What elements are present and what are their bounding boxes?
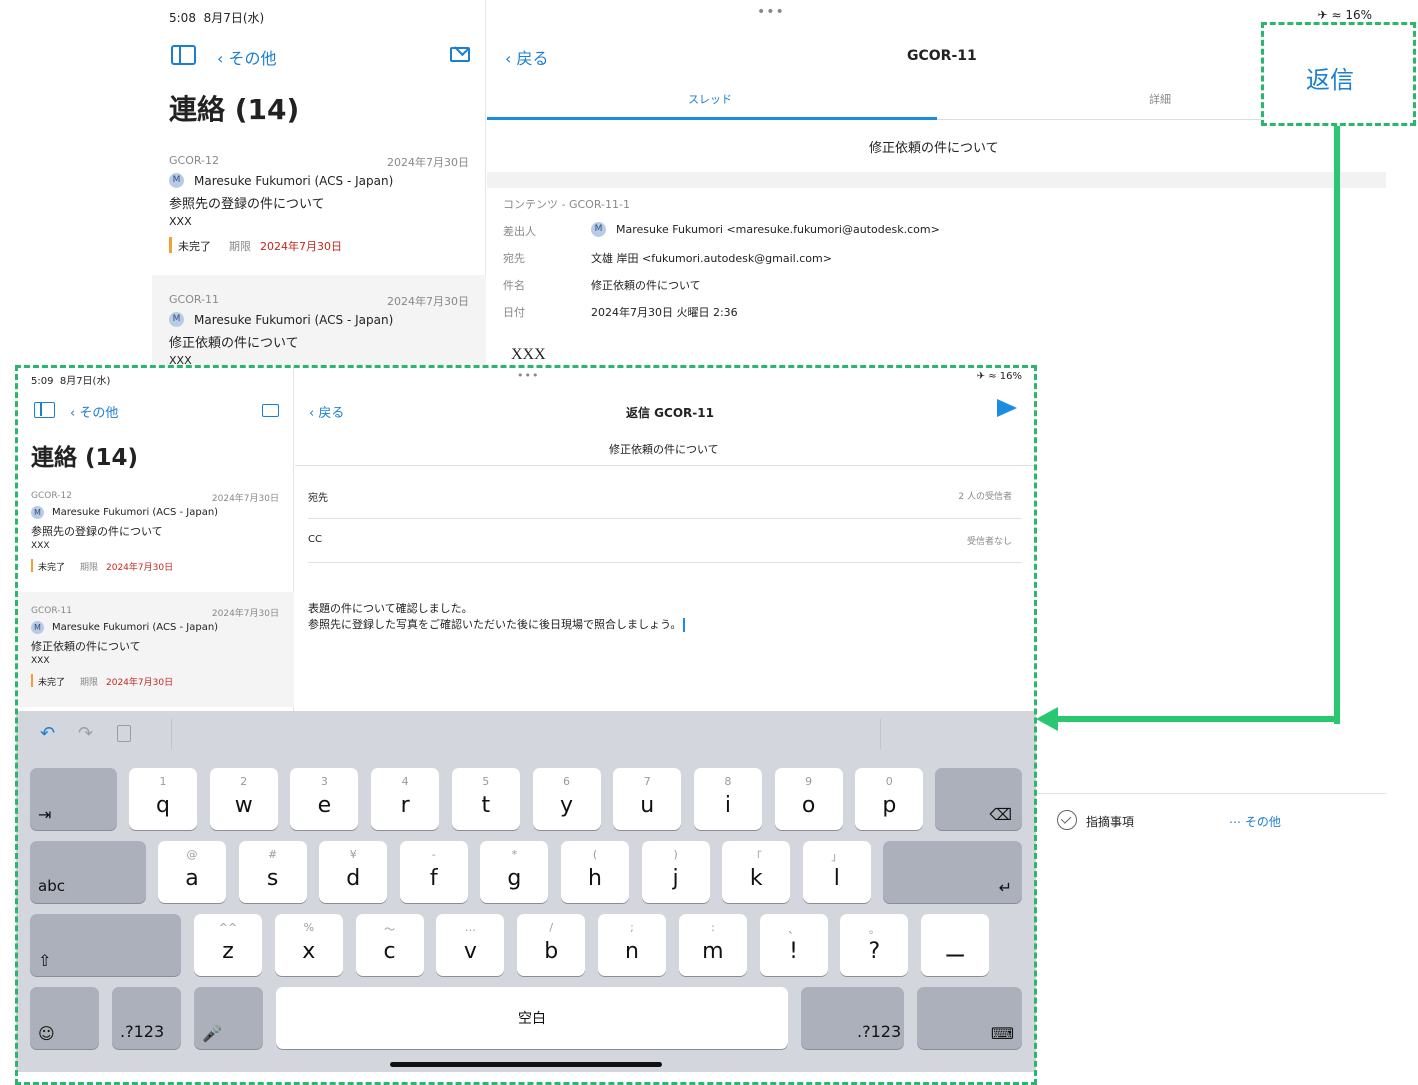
due-date: 2024年7月30日 — [260, 240, 342, 253]
back-detail-pane: ••• ✈ ≈ 16% ‹ 戻る GCOR-11 スレッド 詳細 修正依頼の件に… — [487, 0, 1386, 365]
field-value: 2024年7月30日 火曜日 2:36 — [591, 306, 738, 319]
status-time: 5:08 8月7日(水) — [169, 11, 265, 25]
list-title: 連絡 (14) — [169, 93, 300, 126]
field-value: 修正依頼の件について — [591, 279, 701, 292]
compose-mail-icon[interactable] — [450, 41, 470, 62]
sidebar-toggle-icon[interactable] — [171, 45, 196, 65]
avatar: M — [169, 173, 184, 188]
section-divider — [487, 172, 1386, 188]
message-body: XXX — [511, 346, 546, 363]
thread-subject: 修正依頼の件について — [869, 141, 999, 156]
toolbar-divider — [1036, 793, 1386, 794]
reply-screen-highlight — [15, 365, 1037, 1085]
chevron-left-icon: ‹ — [217, 49, 224, 68]
item-date: 2024年7月30日 — [387, 156, 469, 169]
avatar: M — [169, 312, 184, 327]
field-label: 日付 — [503, 306, 525, 319]
field-value: Maresuke Fukumori <maresuke.fukumori@aut… — [616, 223, 940, 236]
item-body: XXX — [169, 215, 192, 228]
ellipsis-icon: ⋯ — [1229, 815, 1241, 829]
arrow-head-icon — [1036, 707, 1058, 731]
tab-indicator — [487, 117, 937, 120]
multitask-dots-icon[interactable]: ••• — [757, 4, 785, 20]
detail-title: GCOR-11 — [907, 48, 977, 64]
back-nav-more[interactable]: ‹ その他 — [217, 45, 277, 69]
item-subject: 参照先の登録の件について — [169, 197, 325, 212]
airplane-icon: ✈ — [1317, 8, 1328, 22]
content-label: コンテンツ - GCOR-11-1 — [503, 198, 630, 211]
wifi-icon: ≈ — [1331, 8, 1342, 22]
connector-line — [1054, 716, 1340, 722]
field-label: 差出人 — [503, 225, 536, 238]
item-author: Maresuke Fukumori (ACS - Japan) — [194, 313, 394, 327]
field-label: 件名 — [503, 279, 525, 292]
field-value: 文雄 岸田 <fukumori.autodesk@gmail.com> — [591, 252, 832, 265]
tab-thread[interactable]: スレッド — [688, 91, 732, 107]
item-subject: 修正依頼の件について — [169, 336, 299, 351]
detail-back-button[interactable]: ‹ 戻る — [505, 45, 549, 69]
item-author: Maresuke Fukumori (ACS - Japan) — [194, 174, 394, 188]
chevron-left-icon: ‹ — [505, 49, 512, 68]
list-item[interactable]: GCOR-12 2024年7月30日 M Maresuke Fukumori (… — [152, 145, 486, 273]
connector-line — [1334, 126, 1340, 724]
issue-button[interactable]: 指摘事項 — [1086, 813, 1134, 830]
avatar: M — [591, 222, 606, 237]
tab-detail[interactable]: 詳細 — [1149, 91, 1171, 107]
due-label: 期限 — [229, 240, 251, 253]
field-label: 宛先 — [503, 252, 525, 265]
item-date: 2024年7月30日 — [387, 295, 469, 308]
status-badge: 未完了 — [178, 240, 211, 253]
check-circle-icon[interactable] — [1057, 810, 1077, 830]
item-id: GCOR-11 — [169, 293, 220, 306]
status-bar — [169, 237, 172, 253]
list-item[interactable]: GCOR-11 2024年7月30日 M Maresuke Fukumori (… — [152, 275, 486, 367]
more-button[interactable]: ⋯ その他 — [1229, 813, 1281, 830]
reply-button[interactable]: 返信 — [1306, 60, 1354, 95]
item-id: GCOR-12 — [169, 154, 220, 167]
back-list-pane: 5:08 8月7日(水) ‹ その他 連絡 (14) GCOR-12 2024年… — [152, 0, 486, 367]
status-battery: ✈ ≈ 16% — [1317, 8, 1372, 22]
